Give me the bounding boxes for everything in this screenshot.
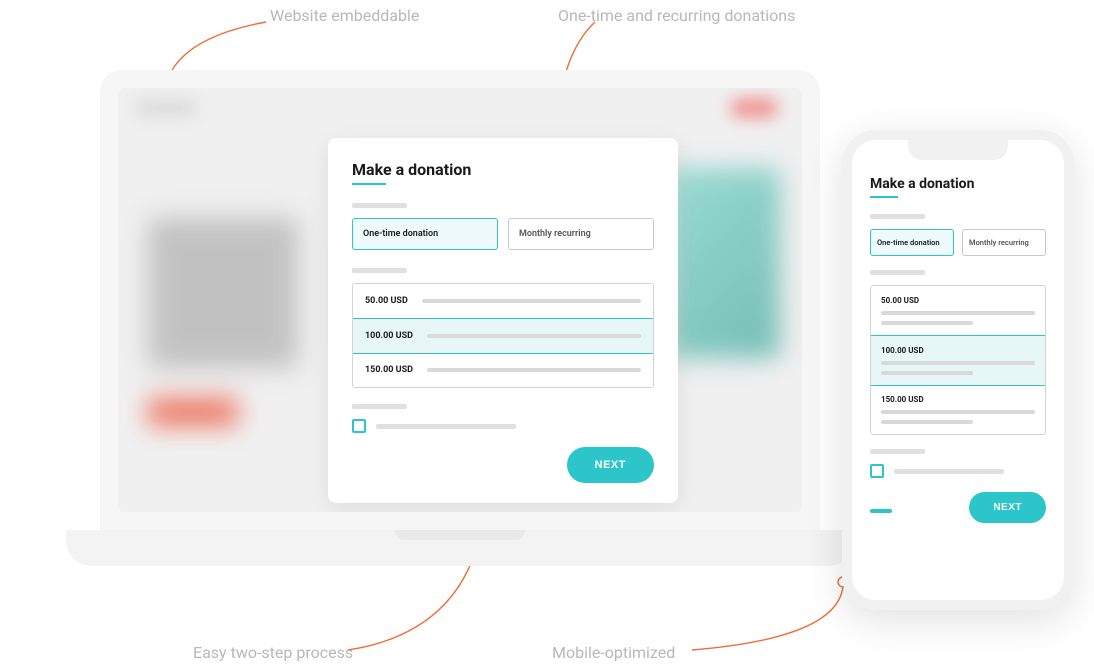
desc-placeholder (881, 361, 1035, 365)
tab-one-time[interactable]: One-time donation (352, 218, 498, 250)
amount-label: 50.00 USD (365, 296, 408, 306)
amount-option-100[interactable]: 100.00 USD (352, 318, 654, 354)
field-label-placeholder (352, 268, 407, 273)
frequency-tabs: One-time donation Monthly recurring (352, 218, 654, 250)
amount-label: 100.00 USD (881, 346, 1035, 355)
desc-placeholder (881, 410, 1035, 414)
callout-recurring: One-time and recurring donations (558, 6, 795, 25)
desc-placeholder (881, 371, 973, 375)
amount-option-150-mobile[interactable]: 150.00 USD (871, 385, 1045, 434)
amount-option-50[interactable]: 50.00 USD (353, 284, 653, 319)
desc-placeholder (427, 368, 641, 372)
desc-placeholder (881, 321, 973, 325)
phone-notch (908, 138, 1008, 160)
tab-monthly[interactable]: Monthly recurring (508, 218, 654, 250)
amount-label: 100.00 USD (365, 331, 413, 341)
amount-label: 50.00 USD (881, 296, 1035, 305)
amount-list: 50.00 USD 100.00 USD 150.00 USD (352, 283, 654, 388)
option-checkbox-row (352, 419, 654, 433)
callout-mobile: Mobile-optimized (552, 643, 675, 662)
amount-list-mobile: 50.00 USD 100.00 USD 150.00 USD (870, 285, 1046, 435)
desc-placeholder (881, 311, 1035, 315)
checkbox-label-placeholder (894, 469, 1004, 474)
amount-option-150[interactable]: 150.00 USD (353, 353, 653, 387)
desc-placeholder (422, 299, 641, 303)
progress-indicator (870, 509, 892, 513)
amount-option-100-mobile[interactable]: 100.00 USD (870, 335, 1046, 386)
tab-monthly-mobile[interactable]: Monthly recurring (962, 229, 1046, 256)
laptop-screen: Make a donation One-time donation Monthl… (100, 70, 820, 530)
donation-card-desktop: Make a donation One-time donation Monthl… (328, 138, 678, 503)
title-underline (352, 183, 386, 185)
option-checkbox-mobile[interactable] (870, 464, 884, 478)
frequency-tabs-mobile: One-time donation Monthly recurring (870, 229, 1046, 256)
laptop-base (66, 530, 854, 566)
option-checkbox-row-mobile (870, 464, 1046, 478)
next-button-mobile[interactable]: NEXT (969, 492, 1046, 523)
checkbox-label-placeholder (376, 424, 516, 429)
amount-label: 150.00 USD (365, 365, 413, 375)
tab-one-time-mobile[interactable]: One-time donation (870, 229, 954, 256)
amount-option-50-mobile[interactable]: 50.00 USD (871, 286, 1045, 336)
donation-title: Make a donation (352, 160, 654, 179)
field-label-placeholder (870, 270, 925, 275)
callout-embeddable: Website embeddable (270, 6, 419, 25)
next-button[interactable]: NEXT (567, 447, 654, 483)
field-label-placeholder (352, 404, 407, 409)
field-label-placeholder (870, 449, 925, 454)
field-label-placeholder (352, 203, 407, 208)
amount-label: 150.00 USD (881, 395, 1035, 404)
donation-title-mobile: Make a donation (870, 176, 1046, 192)
field-label-placeholder (870, 214, 925, 219)
title-underline (870, 196, 898, 198)
donation-card-mobile: Make a donation One-time donation Monthl… (852, 140, 1064, 600)
laptop-frame: Make a donation One-time donation Monthl… (100, 70, 820, 570)
callout-two-step: Easy two-step process (193, 643, 353, 662)
phone-frame: Make a donation One-time donation Monthl… (842, 130, 1074, 610)
desc-placeholder (881, 420, 973, 424)
option-checkbox[interactable] (352, 419, 366, 433)
desc-placeholder (427, 334, 641, 338)
